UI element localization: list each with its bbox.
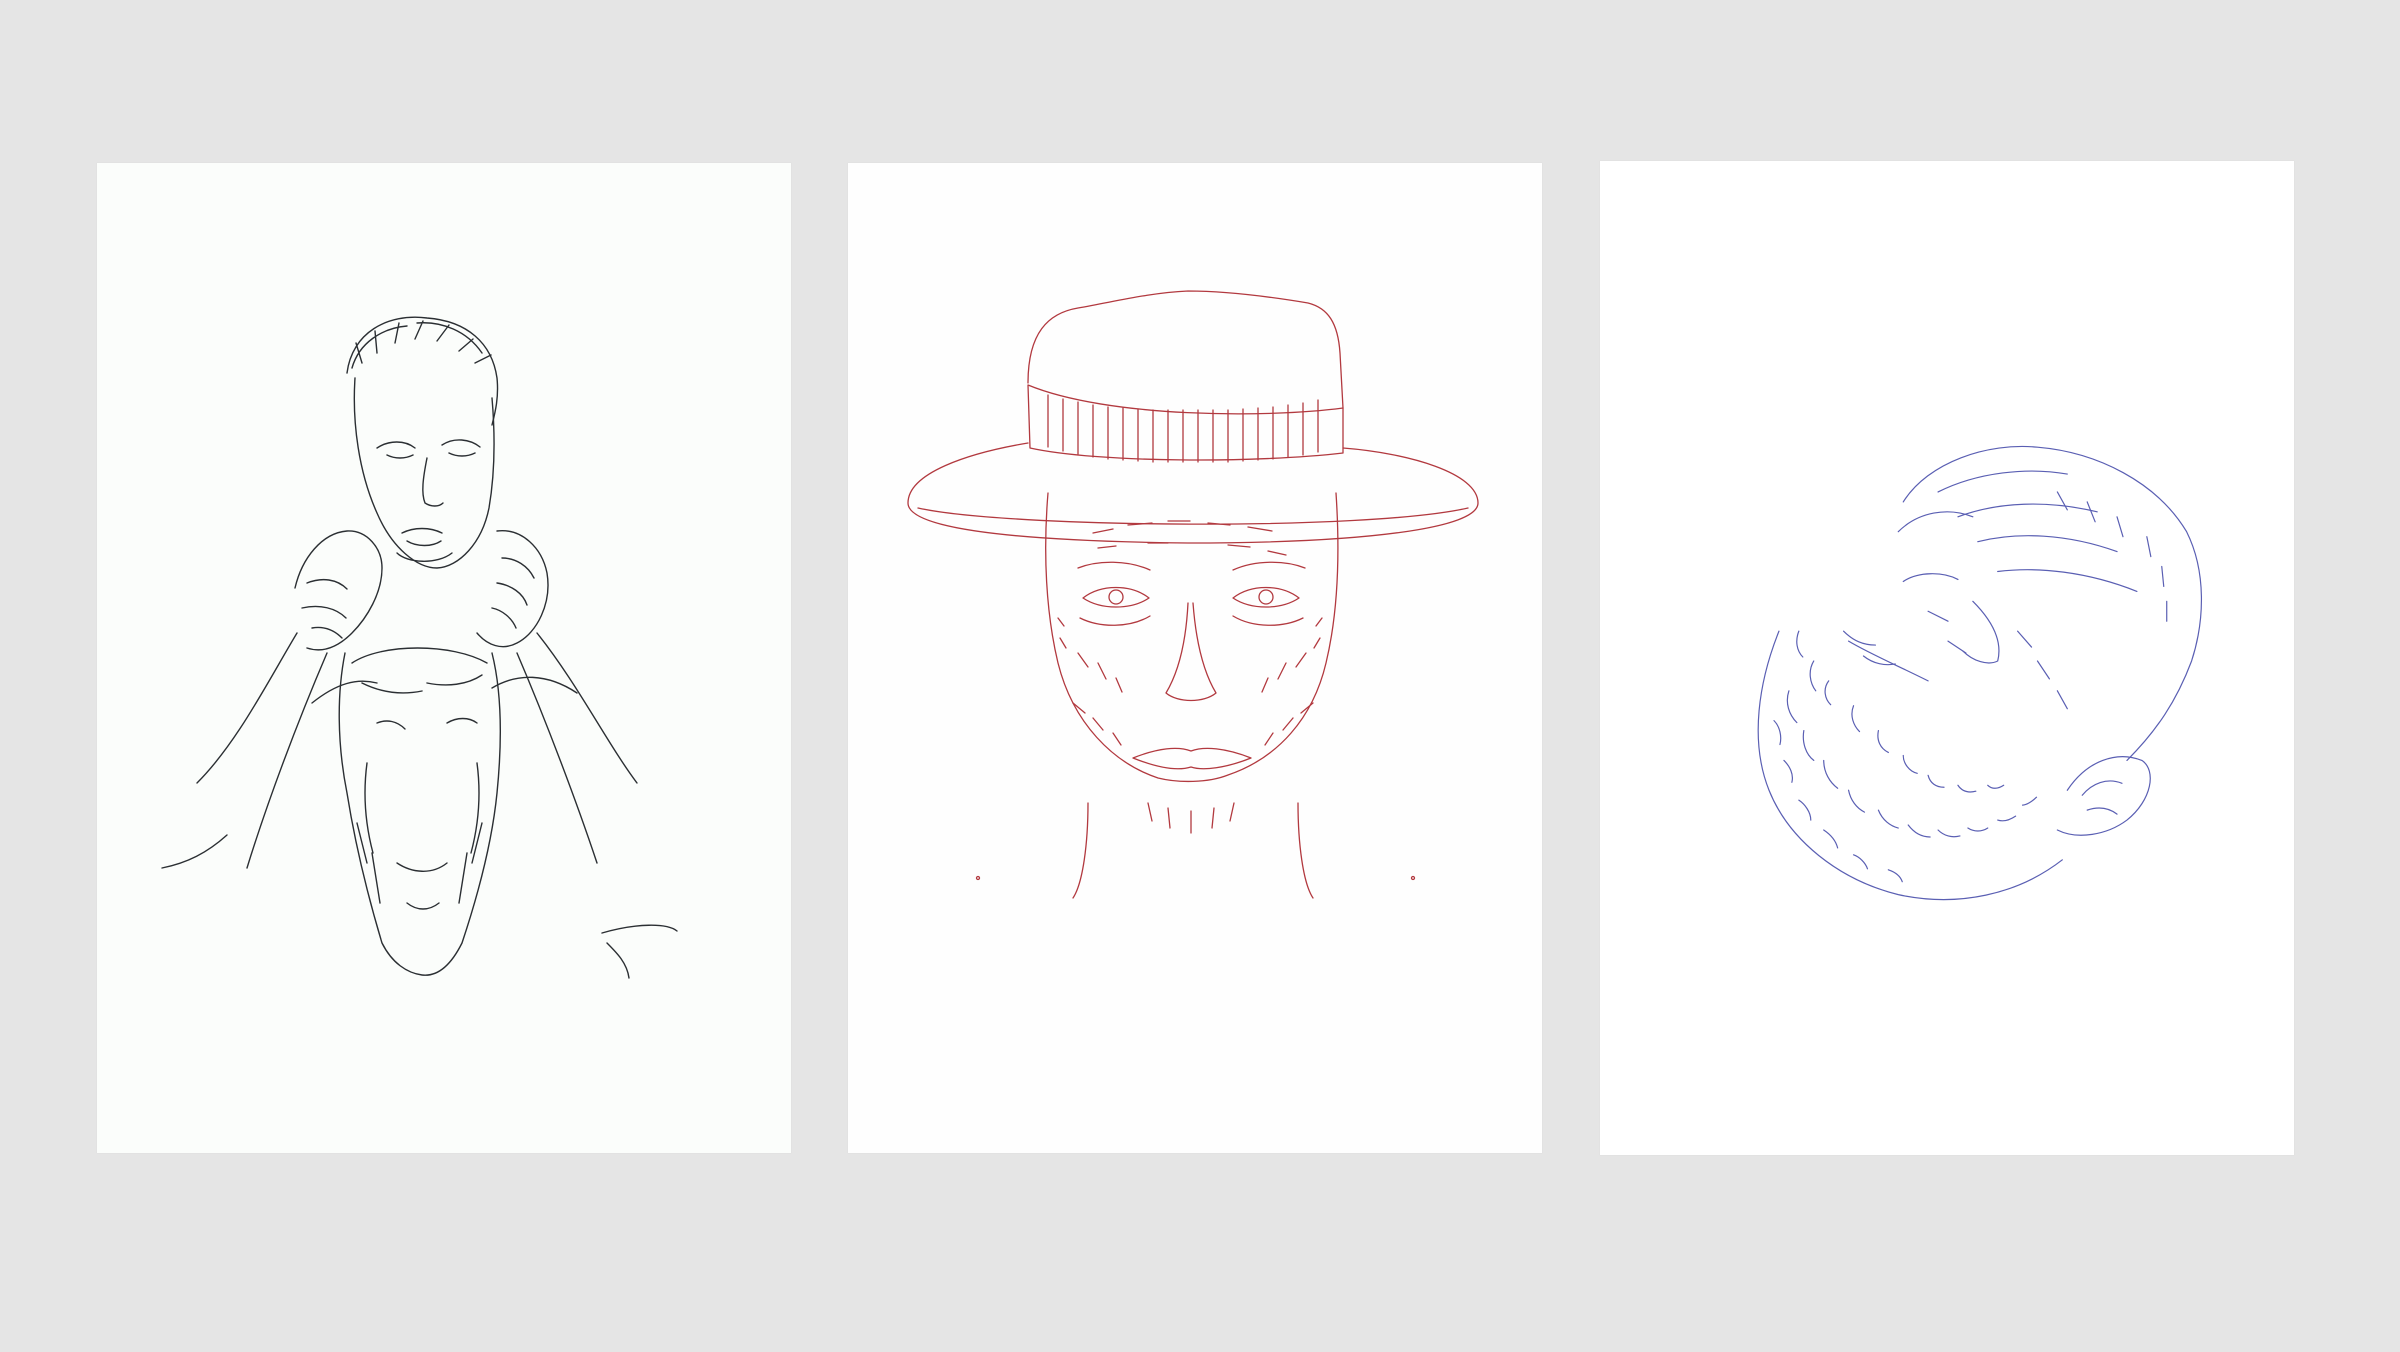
mouth [1132,747,1252,770]
skull-outline [1902,445,2203,762]
drawing-sheet-1 [97,163,791,1153]
goat-head [338,652,501,976]
nose [1165,602,1217,702]
brow [1897,511,1974,533]
hat-band [1027,384,1344,461]
neck [1072,802,1314,899]
gallery-stage [0,0,2400,1352]
left-arm [196,632,328,869]
hat-brim [907,442,1479,544]
right-arm [516,632,638,864]
face-outline [1045,492,1339,783]
ear [2056,756,2151,836]
hair-line [346,316,499,426]
drawing-sheet-2 [848,163,1542,1153]
bearded-head-drawing [1757,445,2203,901]
beard [1757,630,2063,901]
left-hand [294,530,383,651]
eye [1902,573,1959,583]
hat-man-drawing [907,290,1479,899]
mouth [1847,640,1929,682]
drawing-sheet-3 [1600,161,2294,1155]
goat-man-drawing [161,316,678,979]
hat-crown [1027,290,1344,409]
nose [1962,600,2000,664]
